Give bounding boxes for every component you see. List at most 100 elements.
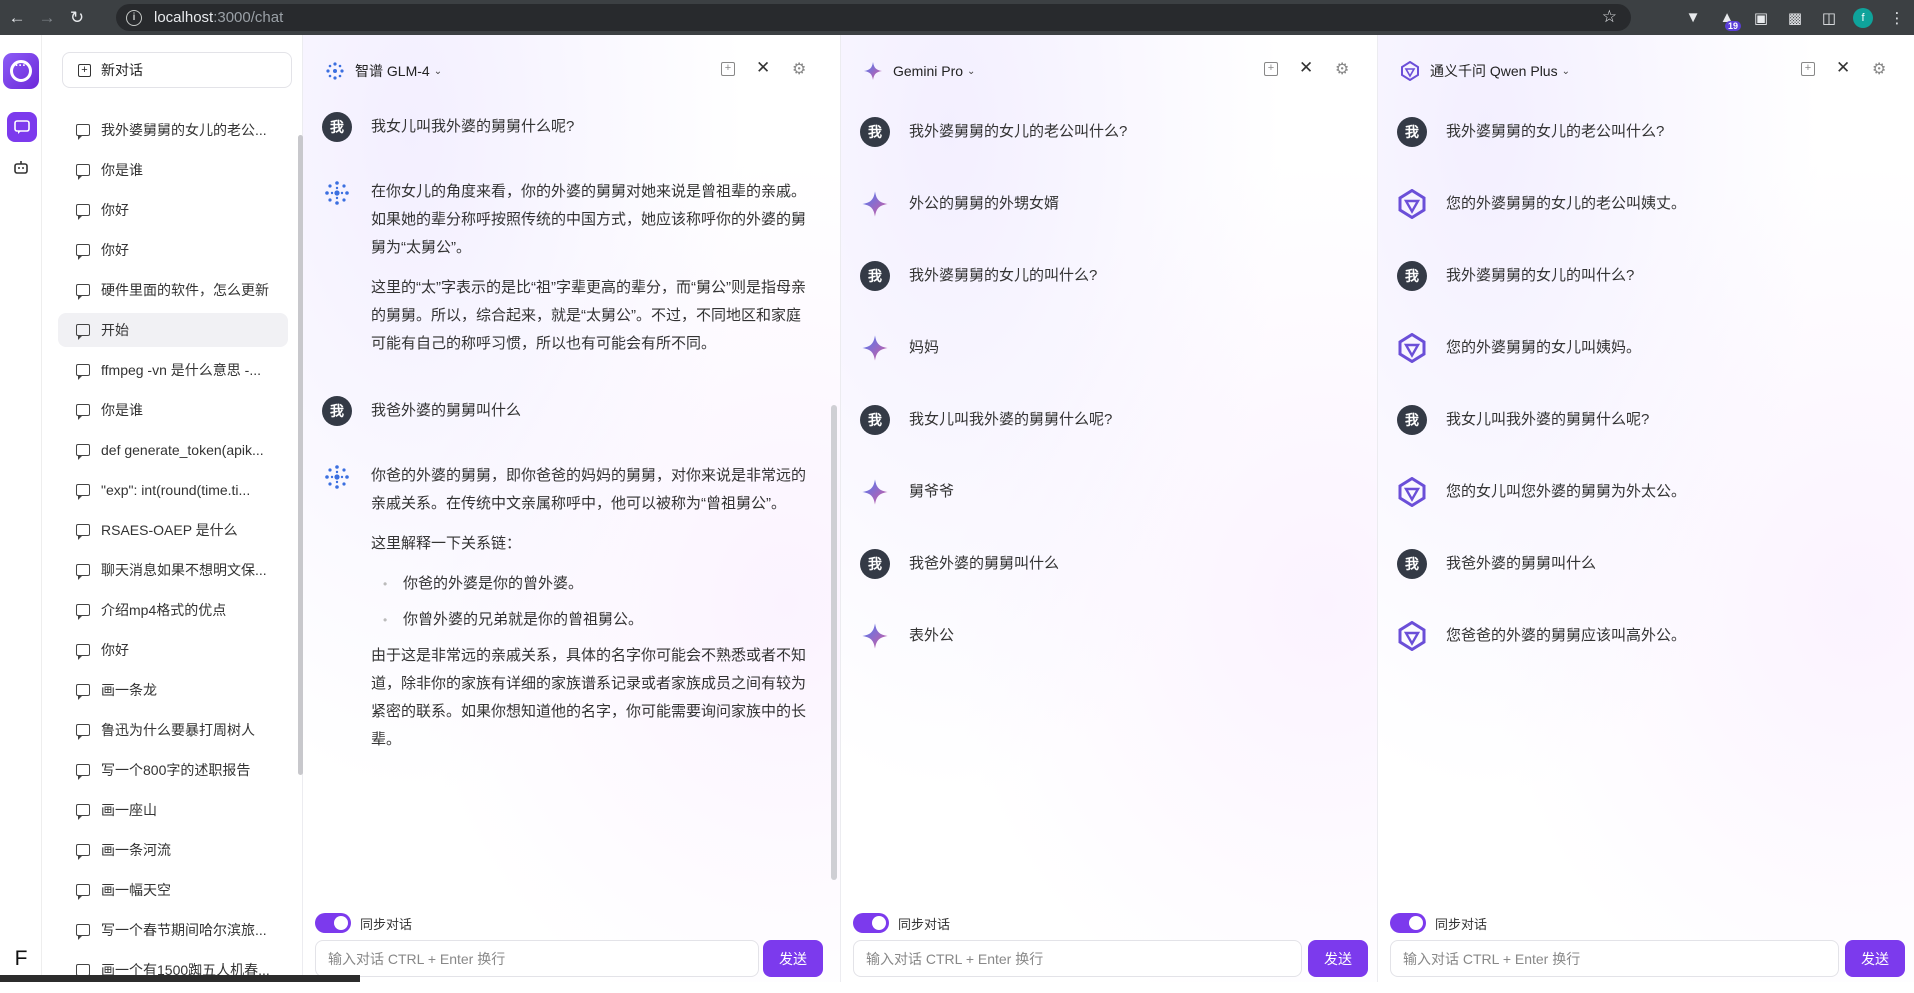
message-user: 我 我外婆舅舅的女儿的老公叫什么? [1378,117,1914,147]
toggle-switch[interactable] [315,913,351,933]
gear-icon[interactable]: ⚙ [1335,59,1349,79]
message-text: 妈妈 [909,339,940,356]
conversation-item[interactable]: 画一幅天空 [58,873,288,907]
conversation-item[interactable]: 你是谁 [58,153,288,187]
chat-input[interactable]: 输入对话 CTRL + Enter 换行 [315,940,759,977]
menu-icon[interactable]: ⋮ [1880,0,1914,35]
back-icon[interactable]: ← [2,3,32,33]
close-icon[interactable]: ✕ [1299,58,1313,78]
puzzle-icon[interactable]: ▩ [1778,0,1812,35]
chevron-down-icon[interactable]: ⌄ [967,66,975,77]
chat-input[interactable]: 输入对话 CTRL + Enter 换行 [853,940,1302,977]
conversation-item[interactable]: 介绍mp4格式的优点 [58,593,288,627]
conversation-label: 介绍mp4格式的优点 [101,602,227,618]
chat-panel-qwen: 通义千问 Qwen Plus ⌄ + ✕ ⚙ 我我外婆舅舅的女儿的老公叫什么? … [1378,35,1914,982]
profile-avatar: f [1853,7,1873,28]
chat-input[interactable]: 输入对话 CTRL + Enter 换行 [1390,940,1839,977]
message-paragraph: 由于这是非常远的亲戚关系，具体的名字你可能会不熟悉或者不知道，除非你的家族有详细… [371,647,807,748]
close-icon[interactable]: ✕ [1836,58,1850,78]
conversation-item[interactable]: 鲁迅为什么要暴打周树人 [58,713,288,747]
message-text: 我爸外婆的舅舅叫什么 [909,555,1060,572]
model-selector[interactable]: 智谱 GLM-4 [355,61,430,81]
add-panel-icon[interactable]: + [1801,62,1815,76]
message-icon [76,124,90,140]
url-text: localhost:3000/chat [154,9,283,26]
message-text: 你爸的外婆的舅舅，即你爸爸的妈妈的舅舅，对你来说是非常远的亲戚关系。在传统中文亲… [371,462,811,766]
chevron-down-icon[interactable]: ⌄ [1562,66,1570,77]
side-panel-icon[interactable]: ◫ [1812,0,1846,35]
sync-label: 同步对话 [898,916,951,932]
new-chat-button[interactable]: + 新对话 [62,52,292,88]
conversation-item[interactable]: 你好 [58,233,288,267]
panel-scrollbar[interactable] [831,405,837,880]
conversation-item[interactable]: 你好 [58,193,288,227]
conversation-label: 你好 [101,202,129,218]
conversation-label: 写一个春节期间哈尔滨旅... [101,922,267,938]
conversation-item[interactable]: 画一条龙 [58,673,288,707]
address-bar[interactable]: i localhost:3000/chat ☆ [116,4,1631,31]
send-button[interactable]: 发送 [763,940,823,977]
qwen-logo-icon [1397,333,1427,363]
message-bot: 您的外婆舅舅的女儿叫姨妈。 [1378,333,1914,363]
extension-badge-icon[interactable]: ▲ 19 [1710,0,1744,35]
conversation-item[interactable]: 你是谁 [58,393,288,427]
app-logo[interactable] [3,53,39,89]
conversation-item[interactable]: 写一个800字的述职报告 [58,753,288,787]
conversation-item[interactable]: 写一个春节期间哈尔滨旅... [58,913,288,947]
message-text: 我女儿叫我外婆的舅舅什么呢? [371,118,575,135]
message-text: 我爸外婆的舅舅叫什么 [1446,555,1597,572]
message-list: 我我外婆舅舅的女儿的老公叫什么? 您的外婆舅舅的女儿的老公叫姨丈。 我我外婆舅舅… [1378,117,1914,651]
send-button[interactable]: 发送 [1308,940,1368,977]
close-icon[interactable]: ✕ [756,58,770,78]
conversation-item[interactable]: 硬件里面的软件，怎么更新 [58,273,288,307]
conversation-item-active[interactable]: 开始 [58,313,288,347]
conversation-item[interactable]: 你好 [58,633,288,667]
conversation-item[interactable]: def generate_token(apik... [58,433,288,467]
conversation-item[interactable]: 聊天消息如果不想明文保... [58,553,288,587]
forward-icon[interactable]: → [32,3,62,33]
extension-icon[interactable]: ▣ [1744,0,1778,35]
message-user: 我 我女儿叫我外婆的舅舅什么呢? [303,112,840,142]
message-bot: 您的外婆舅舅的女儿的老公叫姨丈。 [1378,189,1914,219]
conversation-label: 鲁迅为什么要暴打周树人 [101,722,255,738]
add-panel-icon[interactable]: + [721,62,735,76]
message-paragraph: 这里解释一下关系链： [371,535,522,552]
profile-button[interactable]: f [1846,0,1880,35]
conversation-item[interactable]: "exp": int(round(time.ti... [58,473,288,507]
gear-icon[interactable]: ⚙ [792,59,806,79]
qwen-logo-icon [1400,61,1420,81]
user-avatar: 我 [322,396,352,426]
message-icon [76,844,90,860]
conversation-item[interactable]: 画一座山 [58,793,288,827]
panel-header: 智谱 GLM-4 ⌄ + ✕ ⚙ [303,35,840,107]
extension-badge-count: 19 [1724,21,1741,31]
chat-bubble-icon [14,120,30,134]
model-selector[interactable]: Gemini Pro [893,63,963,79]
reload-icon[interactable]: ↻ [62,3,92,33]
toggle-switch[interactable] [853,913,889,933]
send-button[interactable]: 发送 [1845,940,1905,977]
extensions-row: ▼ ▲ 19 ▣ ▩ ◫ f ⋮ [1676,0,1914,35]
robot-icon[interactable] [13,160,29,177]
add-panel-icon[interactable]: + [1264,62,1278,76]
message-text: 您爸爸的外婆的舅舅应该叫高外公。 [1446,627,1687,644]
conversation-item[interactable]: 画一条河流 [58,833,288,867]
message-paragraph: 这里的“太”字表示的是比“祖”字辈更高的辈分，而“舅公”则是指母亲的舅舅。所以，… [371,279,806,352]
conversation-item[interactable]: RSAES-OAEP 是什么 [58,513,288,547]
sync-toggle[interactable]: 同步对话 [315,913,412,933]
browser-status-bar [0,975,360,982]
conversation-item[interactable]: ffmpeg -vn 是什么意思 -... [58,353,288,387]
user-avatar[interactable]: F [6,944,36,974]
model-selector[interactable]: 通义千问 Qwen Plus [1430,61,1558,81]
gear-icon[interactable]: ⚙ [1872,59,1886,79]
sync-toggle[interactable]: 同步对话 [1390,913,1487,933]
site-info-icon[interactable]: i [126,9,142,26]
toggle-switch[interactable] [1390,913,1426,933]
chevron-down-icon[interactable]: ⌄ [434,66,442,77]
vue-devtools-icon[interactable]: ▼ [1676,0,1710,35]
sync-toggle[interactable]: 同步对话 [853,913,950,933]
conversation-item[interactable]: 我外婆舅舅的女儿的老公... [58,113,288,147]
chat-nav-button[interactable] [7,112,37,142]
bookmark-star-icon[interactable]: ☆ [1602,7,1617,27]
conversation-label: 你是谁 [101,162,143,178]
